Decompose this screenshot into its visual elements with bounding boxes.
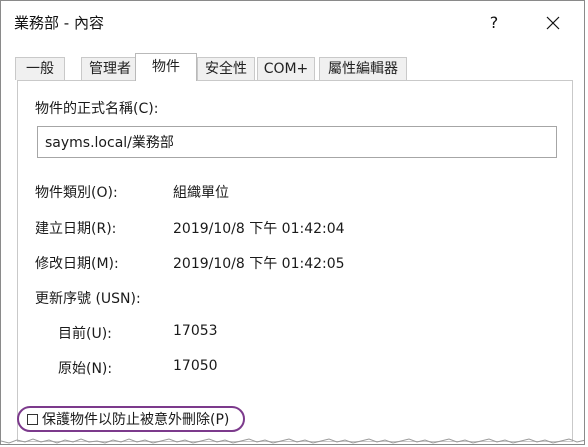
properties-dialog: 業務部 - 內容 ? 一般 管理者 物件 安全性 COM+ 屬性編輯器 物件的正…: [0, 0, 585, 445]
original-usn-value: 17050: [173, 358, 218, 374]
current-usn-value: 17053: [173, 323, 218, 339]
created-value: 2019/10/8 下午 01:42:04: [173, 221, 345, 237]
modified-label: 修改日期(M):: [35, 256, 119, 272]
tab-object[interactable]: 物件: [135, 53, 197, 81]
current-usn-label: 目前(U):: [58, 326, 112, 342]
title-bar: 業務部 - 內容 ?: [1, 1, 584, 45]
canonical-name-field[interactable]: sayms.local/業務部: [37, 126, 557, 158]
object-class-value: 組織單位: [173, 185, 229, 201]
object-tab-panel: 物件的正式名稱(C): sayms.local/業務部 物件類別(O): 組織單…: [17, 80, 573, 442]
tab-attribute-editor[interactable]: 屬性編輯器: [319, 57, 407, 80]
close-button[interactable]: [536, 9, 570, 37]
protect-from-deletion-label[interactable]: 保護物件以防止被意外刪除(P): [42, 409, 229, 429]
tab-com-plus[interactable]: COM+: [257, 57, 315, 80]
help-button[interactable]: ?: [479, 9, 509, 37]
protect-from-deletion-option[interactable]: 保護物件以防止被意外刪除(P): [17, 406, 246, 432]
modified-value: 2019/10/8 下午 01:42:05: [173, 256, 345, 272]
torn-edge-decoration: [1, 438, 584, 444]
original-usn-label: 原始(N):: [58, 361, 113, 377]
created-label: 建立日期(R):: [35, 221, 117, 237]
protect-from-deletion-checkbox[interactable]: [27, 413, 38, 425]
tab-security[interactable]: 安全性: [197, 57, 255, 80]
window-title: 業務部 - 內容: [14, 14, 104, 32]
usn-label: 更新序號 (USN):: [35, 291, 141, 307]
tab-strip: 一般 管理者 物件 安全性 COM+ 屬性編輯器: [15, 53, 575, 81]
close-icon: [546, 16, 560, 30]
object-class-label: 物件類別(O):: [35, 185, 118, 201]
canonical-name-label: 物件的正式名稱(C):: [35, 101, 159, 117]
tab-managed-by[interactable]: 管理者: [81, 57, 139, 80]
tab-general[interactable]: 一般: [15, 57, 65, 80]
